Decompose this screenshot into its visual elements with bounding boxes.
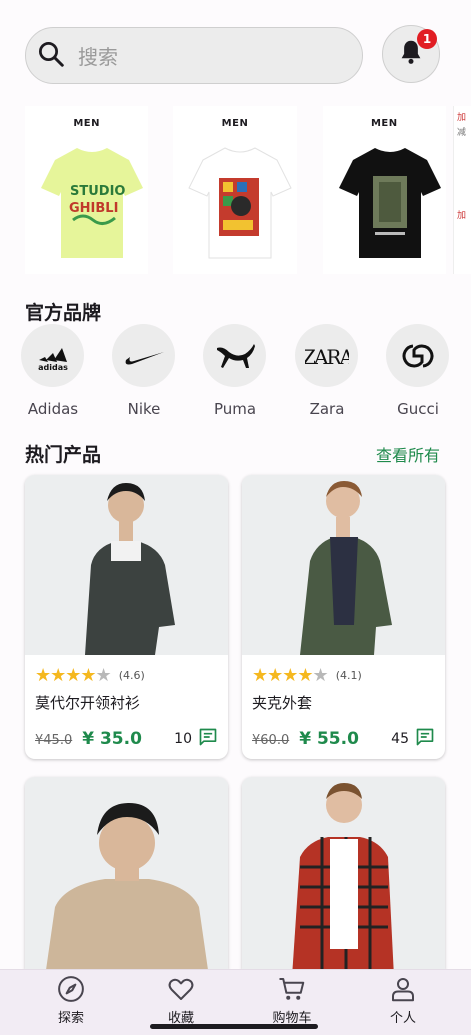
adidas-logo-icon: adidas	[21, 324, 84, 387]
cart-icon	[257, 974, 327, 1004]
heart-icon	[146, 974, 216, 1004]
product-card[interactable]	[25, 777, 228, 977]
product-image	[242, 777, 445, 977]
tshirt-image	[188, 147, 293, 259]
popular-section-title: 热门产品	[25, 444, 102, 466]
product-card[interactable]	[242, 777, 445, 977]
product-image	[25, 777, 228, 977]
search-icon	[36, 39, 66, 73]
svg-text:GHIBLI: GHIBLI	[69, 201, 118, 216]
banner-tile-label: MEN	[370, 118, 398, 129]
comment-icon	[192, 727, 218, 751]
brand-item-nike[interactable]: Nike	[112, 324, 176, 418]
home-indicator	[150, 1024, 318, 1029]
original-price: ¥45.0	[35, 733, 73, 748]
brand-item-zara[interactable]: ZARA Zara	[295, 324, 359, 418]
brand-label: Puma	[213, 400, 257, 418]
rating-stars: ★★★★★	[35, 665, 112, 686]
banner-tile[interactable]: MEN	[173, 106, 297, 274]
product-name: 莫代尔开领衬衫	[35, 694, 141, 712]
view-all-link[interactable]: 查看所有	[376, 442, 440, 466]
svg-text:ZARA: ZARA	[305, 345, 349, 369]
brand-label: Zara	[309, 400, 345, 418]
banner-next-peek[interactable]: 加 减 加	[453, 106, 471, 274]
product-name: 夹克外套	[252, 694, 313, 712]
notification-badge: 1	[417, 29, 437, 49]
banner-tile[interactable]: MEN	[322, 106, 446, 274]
nav-label: 个人	[389, 1011, 416, 1026]
banner-peek-text: 加	[457, 211, 467, 221]
nav-item-explore[interactable]: 探索	[36, 974, 106, 1026]
banner-peek-text: 加	[457, 113, 467, 123]
search-input[interactable]: 搜索	[78, 41, 118, 70]
product-image	[242, 475, 445, 655]
rating-value: (4.6)	[118, 669, 145, 682]
product-card[interactable]: ★★★★★ (4.6) 莫代尔开领衬衫 ¥45.0 ¥ 35.0 10	[25, 475, 228, 759]
nike-logo-icon	[112, 324, 175, 387]
original-price: ¥60.0	[252, 733, 290, 748]
banner-tile-label: MEN	[73, 118, 100, 129]
tshirt-image	[338, 148, 441, 258]
person-icon	[368, 974, 438, 1004]
comment-icon	[409, 727, 435, 751]
review-count[interactable]: 10	[174, 727, 218, 751]
banner-tile[interactable]: MEN STUDIO GHIBLI	[25, 106, 149, 274]
sale-price: ¥ 35.0	[82, 729, 142, 749]
promo-banner[interactable]: MEN STUDIO GHIBLI MEN MEN	[25, 106, 471, 274]
brand-label: Adidas	[27, 400, 79, 418]
nav-item-cart[interactable]: 购物车	[257, 974, 327, 1026]
notification-button[interactable]: 1	[382, 25, 440, 83]
nav-item-favorites[interactable]: 收藏	[146, 974, 216, 1026]
gucci-logo-icon	[386, 324, 449, 387]
svg-text:adidas: adidas	[38, 363, 68, 372]
puma-logo-icon	[203, 324, 266, 387]
sale-price: ¥ 55.0	[299, 729, 359, 749]
review-count-value: 10	[174, 731, 192, 747]
nav-item-profile[interactable]: 个人	[368, 974, 438, 1026]
tshirt-image: STUDIO GHIBLI	[41, 148, 143, 258]
rating-value: (4.1)	[335, 669, 362, 682]
rating-stars: ★★★★★	[252, 665, 329, 686]
brand-label: Gucci	[397, 400, 439, 418]
review-count-value: 45	[391, 731, 409, 747]
brands-section-title: 官方品牌	[25, 302, 102, 324]
brand-label: Nike	[127, 400, 161, 418]
brand-item-puma[interactable]: Puma	[203, 324, 267, 418]
brand-item-gucci[interactable]: Gucci	[386, 324, 450, 418]
product-card[interactable]: ★★★★★ (4.1) 夹克外套 ¥60.0 ¥ 55.0 45	[242, 475, 445, 759]
banner-tile-label: MEN	[221, 118, 249, 129]
nav-label: 探索	[57, 1011, 84, 1026]
brand-item-adidas[interactable]: adidas Adidas	[21, 324, 85, 418]
banner-peek-text: 减	[457, 128, 467, 138]
product-image	[25, 475, 228, 655]
svg-text:STUDIO: STUDIO	[70, 184, 125, 199]
zara-logo-icon: ZARA	[295, 324, 358, 387]
search-bar[interactable]: 搜索	[25, 27, 363, 84]
compass-icon	[36, 974, 106, 1004]
review-count[interactable]: 45	[391, 727, 435, 751]
